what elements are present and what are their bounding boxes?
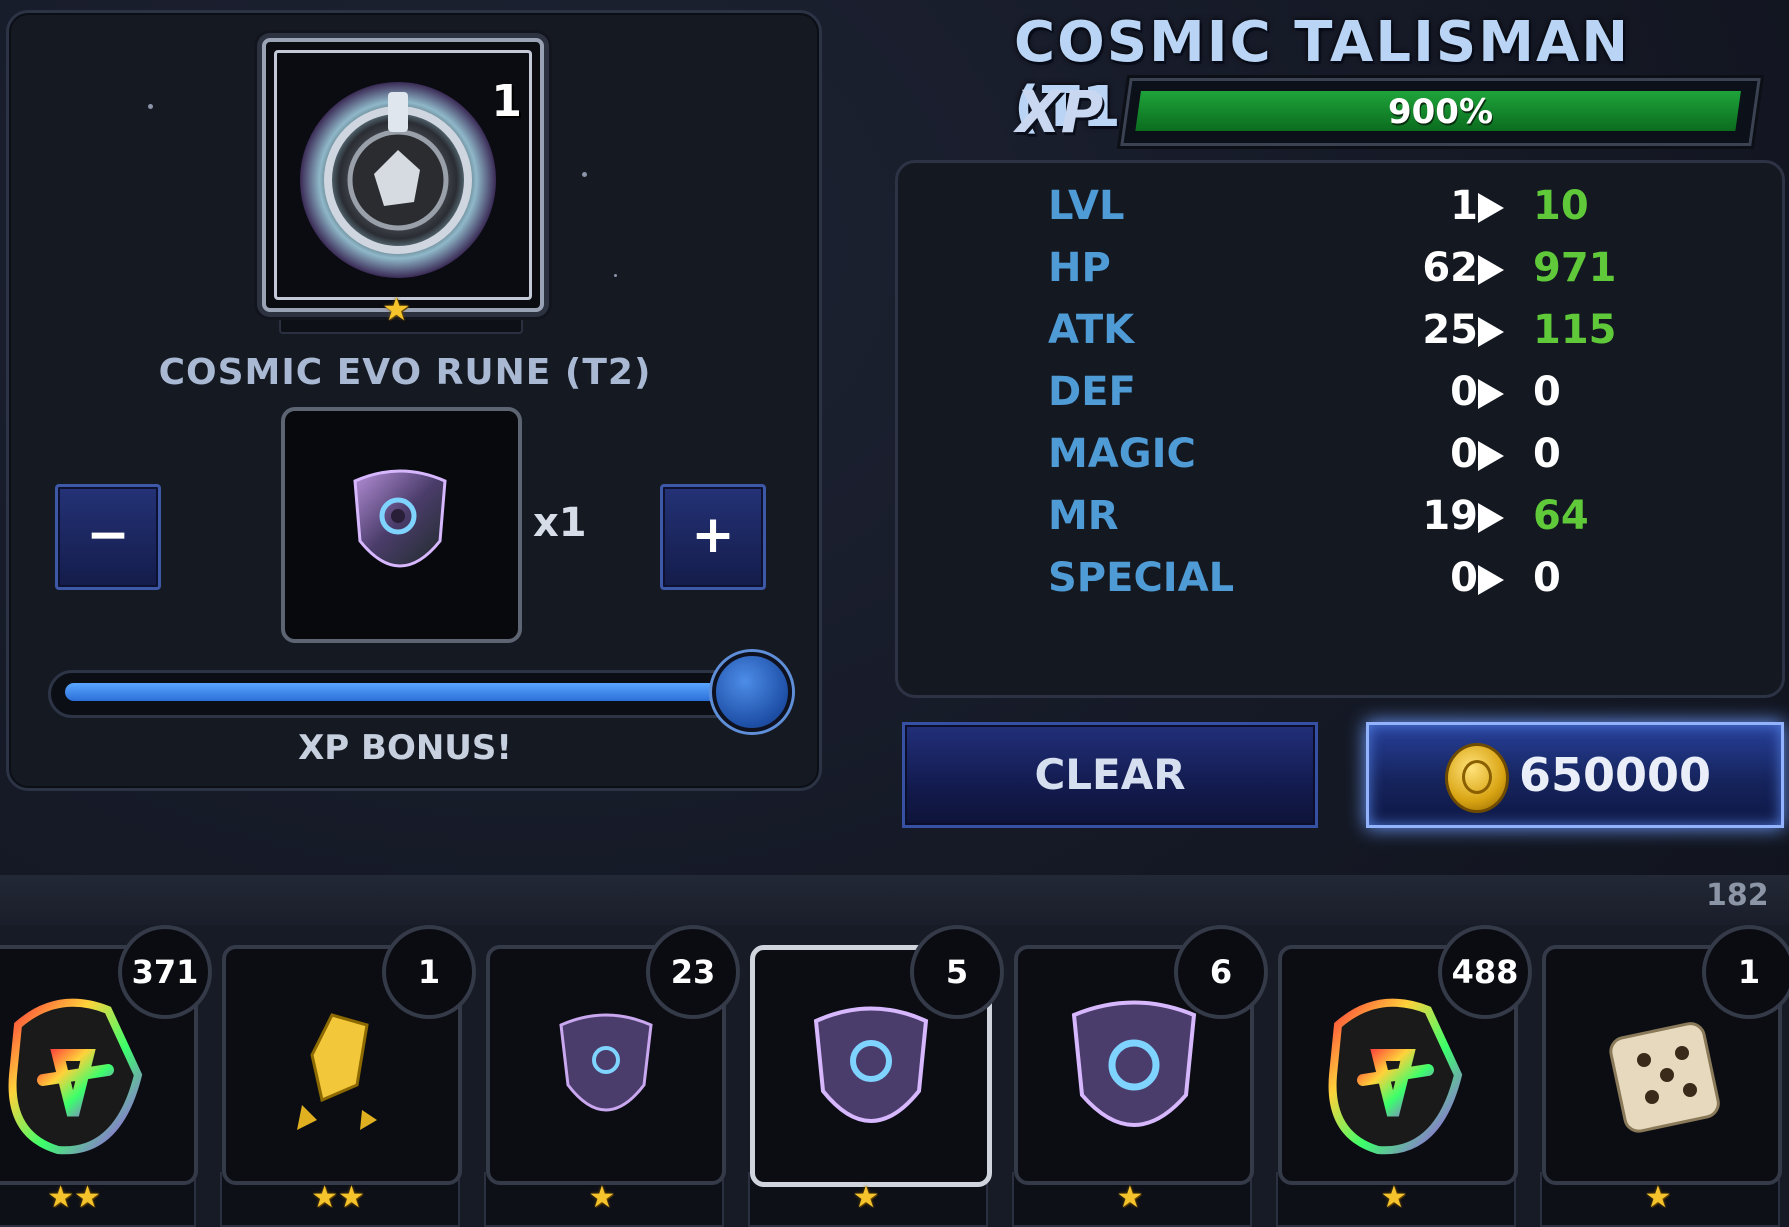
talisman-count: 1	[491, 76, 522, 127]
stat-current-value: 62	[1422, 245, 1478, 291]
item-count-badge: 371	[118, 925, 212, 1019]
evolve-cost-button[interactable]: 650000	[1366, 722, 1784, 828]
gold-shard-icon	[262, 985, 422, 1159]
item-stars: ★	[1116, 1180, 1144, 1215]
evolve-cost: 650000	[1519, 748, 1712, 802]
quantity-slider-fill	[65, 683, 725, 701]
quantity-slider-handle[interactable]	[712, 652, 792, 732]
stat-next-value: 971	[1533, 245, 1617, 291]
stat-label: HP	[1048, 245, 1111, 291]
stat-label: MR	[1048, 493, 1119, 539]
clear-button[interactable]: CLEAR	[902, 722, 1318, 828]
item-count-badge: 488	[1438, 925, 1532, 1019]
stat-label: ATK	[1048, 307, 1135, 353]
stat-label: DEF	[1048, 369, 1136, 415]
stat-next-value: 115	[1533, 307, 1617, 353]
cosmic-rune-large-icon	[1054, 985, 1214, 1159]
stat-row-magic: MAGIC 0 0	[898, 431, 1782, 493]
quantity-slider-track[interactable]	[48, 670, 794, 718]
inventory-total-count: 182	[1706, 878, 1769, 913]
arrow-right-icon	[1478, 255, 1504, 285]
item-count-badge: 1	[1702, 925, 1789, 1019]
stat-label: MAGIC	[1048, 431, 1196, 477]
item-stars: ★	[588, 1180, 616, 1215]
stat-current-value: 19	[1422, 493, 1478, 539]
rune-quantity: x1	[533, 500, 587, 546]
stat-current-value: 1	[1450, 183, 1478, 229]
item-count-badge: 6	[1174, 925, 1268, 1019]
clear-button-label: CLEAR	[1034, 750, 1186, 799]
cosmic-evo-rune-icon	[353, 469, 447, 568]
stat-label: LVL	[1048, 183, 1125, 229]
sparkle	[148, 104, 153, 109]
arrow-right-icon	[1478, 503, 1504, 533]
stat-row-lvl: LVL 1 10	[898, 183, 1782, 245]
dice-icon	[1582, 985, 1742, 1159]
item-count-badge: 23	[646, 925, 740, 1019]
increase-button[interactable]: +	[660, 484, 766, 590]
stat-next-value: 0	[1533, 369, 1561, 415]
xp-percent: 900%	[1387, 92, 1494, 132]
arrow-right-icon	[1478, 317, 1504, 347]
rune-title: COSMIC EVO RUNE (T2)	[158, 352, 652, 393]
rune-slot[interactable]	[281, 407, 522, 643]
arrow-right-icon	[1478, 565, 1504, 595]
cosmic-rune-small-icon	[526, 985, 686, 1159]
stats-panel: LVL 1 10 HP 62 971 ATK 25 115 DEF 0 0 MAGIC 0 0 MR 19 64 S…	[895, 160, 1785, 698]
xp-bonus-label: XP BONUS!	[298, 728, 512, 768]
stat-current-value: 25	[1422, 307, 1478, 353]
stat-row-mr: MR 19 64	[898, 493, 1782, 555]
item-count-badge: 1	[382, 925, 476, 1019]
item-stars: ★	[1380, 1180, 1408, 1215]
item-stars: ★	[1644, 1180, 1672, 1215]
arrow-right-icon	[1478, 193, 1504, 223]
stat-row-special: SPECIAL 0 0	[898, 555, 1782, 617]
talisman-slot[interactable]: 1	[262, 38, 544, 312]
arrow-right-icon	[1478, 441, 1504, 471]
stat-current-value: 0	[1450, 555, 1478, 601]
item-stars: ★	[852, 1180, 880, 1215]
rainbow-gem-icon	[0, 985, 158, 1159]
xp-progress-bar: 900%	[1120, 78, 1761, 146]
inventory-header	[0, 875, 1789, 925]
stat-row-hp: HP 62 971	[898, 245, 1782, 307]
stat-current-value: 0	[1450, 369, 1478, 415]
stat-next-value: 10	[1533, 183, 1589, 229]
item-count-badge: 5	[910, 925, 1004, 1019]
arrow-right-icon	[1478, 379, 1504, 409]
xp-label: XP	[1016, 78, 1104, 146]
stat-next-value: 64	[1533, 493, 1589, 539]
stat-next-value: 0	[1533, 555, 1561, 601]
stat-row-atk: ATK 25 115	[898, 307, 1782, 369]
stat-label: SPECIAL	[1048, 555, 1235, 601]
stat-next-value: 0	[1533, 431, 1561, 477]
talisman-stars: ★	[382, 290, 411, 328]
gold-coin-icon	[1445, 743, 1509, 813]
cosmic-talisman-icon	[300, 82, 496, 278]
cosmic-evo-rune-icon	[791, 986, 951, 1160]
item-stars: ★★	[47, 1180, 101, 1215]
stat-row-def: DEF 0 0	[898, 369, 1782, 431]
decrease-button[interactable]: −	[55, 484, 161, 590]
item-stars: ★★	[311, 1180, 365, 1215]
sparkle	[614, 274, 617, 277]
rainbow-gem-icon	[1318, 985, 1478, 1159]
sparkle	[582, 172, 587, 177]
stat-current-value: 0	[1450, 431, 1478, 477]
